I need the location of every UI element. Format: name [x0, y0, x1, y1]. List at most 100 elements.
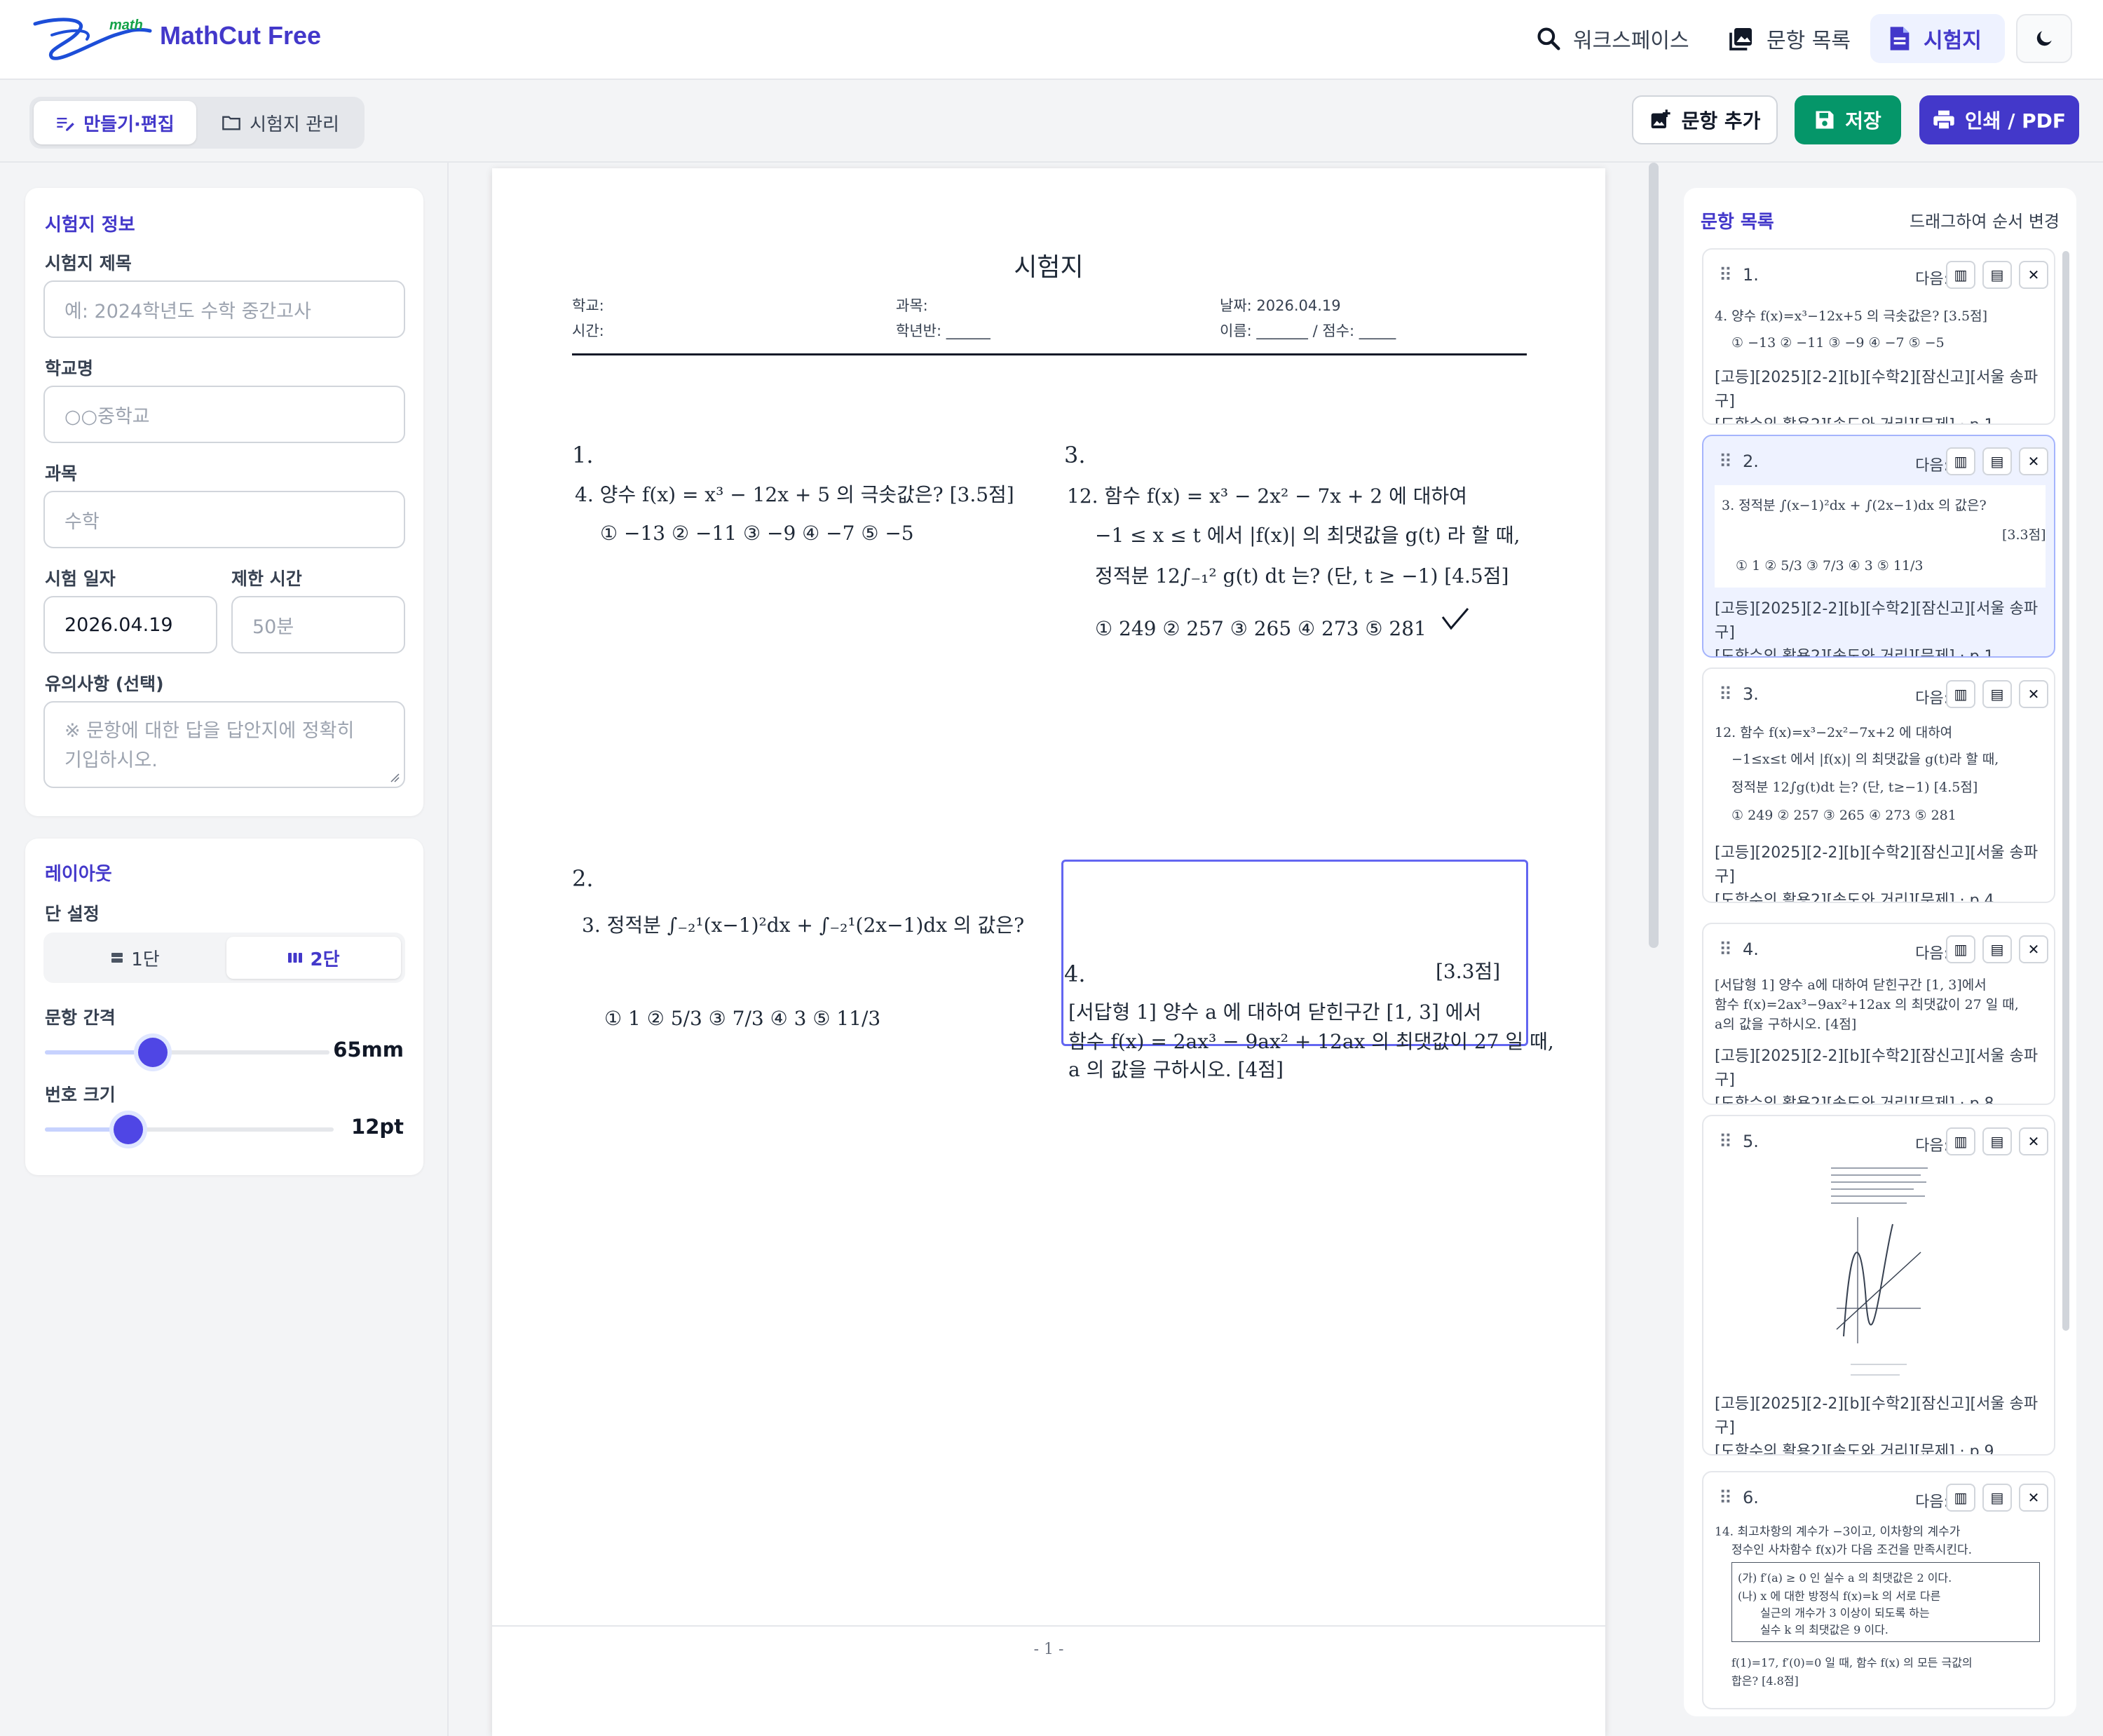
column-break-icon[interactable]: ▥: [1946, 261, 1975, 289]
drag-handle-icon[interactable]: ⠿: [1719, 452, 1732, 473]
item-preview-line: 정적분 12∫g(t)dt 는? (단, t≥−1) [4.5점]: [1731, 780, 1978, 795]
drag-handle-icon[interactable]: ⠿: [1719, 1488, 1732, 1509]
subject-input[interactable]: 수학: [43, 491, 405, 548]
exam-date-input[interactable]: 2026.04.19: [43, 596, 217, 653]
drag-handle-icon[interactable]: ⠿: [1719, 684, 1732, 705]
tab-create-edit[interactable]: 만들기·편집: [34, 101, 196, 144]
list-scrollbar[interactable]: [2062, 251, 2069, 1331]
theme-toggle-button[interactable]: [2016, 14, 2072, 63]
number-size-slider-thumb[interactable]: [114, 1115, 143, 1144]
item-number: 3.: [1743, 684, 1759, 704]
question-item-3[interactable]: ⠿ 3. 다음: ▥ ▤ ✕ 12. 함수 f(x)=x³−2x²−7x+2 에…: [1702, 667, 2055, 903]
printer-icon: [1933, 109, 1955, 130]
column-break-icon[interactable]: ▥: [1946, 935, 1975, 963]
nav-workspace-label: 워크스페이스: [1573, 29, 1689, 53]
next-label: 다음:: [1915, 1493, 1949, 1511]
close-icon[interactable]: ✕: [2019, 935, 2048, 963]
page-break-icon[interactable]: ▤: [1982, 261, 2012, 289]
spacing-slider[interactable]: [45, 1038, 329, 1067]
nav-exam-label: 시험지: [1924, 29, 1982, 53]
question-item-2[interactable]: ⠿ 2. 다음: ▥ ▤ ✕ 3. 정적분 ∫(x−1)²dx + ∫(2x−1…: [1702, 435, 2055, 658]
question-item-1[interactable]: ⠿ 1. 다음: ▥ ▤ ✕ 4. 양수 f(x)=x³−12x+5 의 극솟값…: [1702, 248, 2055, 425]
question-4-stem-3: a 의 값을 구하시오. [4점]: [1068, 1058, 1284, 1081]
save-label: 저장: [1845, 109, 1881, 133]
app-name: MathCut Free: [160, 21, 322, 50]
search-icon: [1535, 25, 1562, 52]
page-break-icon[interactable]: ▤: [1982, 680, 2012, 708]
one-column-button[interactable]: 1단: [48, 937, 222, 979]
print-pdf-button[interactable]: 인쇄 / PDF: [1919, 95, 2079, 144]
question-4-stem-2: 함수 f(x) = 2ax³ − 9ax² + 12ax 의 최댓값이 27 일…: [1068, 1030, 1554, 1053]
spacing-slider-thumb[interactable]: [138, 1038, 168, 1067]
question-1-number: 1.: [572, 442, 594, 468]
column-break-icon[interactable]: ▥: [1946, 447, 1975, 475]
paper-subject: 과목:: [896, 297, 928, 314]
next-label: 다음:: [1915, 690, 1949, 707]
close-icon[interactable]: ✕: [2019, 1127, 2048, 1155]
add-question-label: 문항 추가: [1681, 109, 1761, 133]
drag-handle-icon[interactable]: ⠿: [1719, 265, 1732, 286]
question-item-5[interactable]: ⠿ 5. 다음: ▥ ▤ ✕ [고등][2025][2-2][b][수학2][잠…: [1702, 1115, 2055, 1456]
nav-workspace[interactable]: 워크스페이스: [1518, 14, 1706, 63]
number-size-label: 번호 크기: [45, 1085, 116, 1105]
resize-handle-icon[interactable]: [388, 771, 400, 782]
close-icon[interactable]: ✕: [2019, 680, 2048, 708]
page-break-icon[interactable]: ▤: [1982, 1484, 2012, 1512]
question-3-stem-1: 12. 함수 f(x) = x³ − 2x² − 7x + 2 에 대하여: [1067, 484, 1468, 508]
column-break-icon[interactable]: ▥: [1946, 1127, 1975, 1155]
item-tags: [고등][2025][2-2][b][수학2][잠신고][서울 송파구] [도함…: [1715, 597, 2054, 658]
item-tag-line: [고등][2025][2-2][b][수학2][잠신고][서울 송파구]: [1715, 844, 2039, 886]
drag-handle-icon[interactable]: ⠿: [1719, 940, 1732, 961]
folder-icon: [222, 114, 241, 132]
item-preview-thumbnail: [1831, 1167, 1928, 1376]
save-button[interactable]: 저장: [1795, 95, 1901, 144]
exam-info-heading: 시험지 정보: [45, 215, 135, 236]
notes-placeholder-line-1: ※ 문항에 대한 답을 답안지에 정확히: [64, 720, 355, 742]
item-preview-line: ① −13 ② −11 ③ −9 ④ −7 ⑤ −5: [1731, 335, 1945, 351]
item-tags: [고등][2025][2-2][b][수학2][잠신고][서울 송파구] [도함…: [1715, 366, 2054, 423]
item-tag-line: [고등][2025][2-2][b][수학2][잠신고][서울 송파구]: [1715, 369, 2039, 410]
notes-textarea[interactable]: ※ 문항에 대한 답을 답안지에 정확히 기입하시오.: [43, 701, 405, 788]
tab-exam-manage-label: 시험지 관리: [250, 114, 339, 135]
column-break-icon[interactable]: ▥: [1946, 1484, 1975, 1512]
image-gallery-icon: [1727, 25, 1755, 53]
item-tag-line: [고등][2025][2-2][b][수학2][잠신고][서울 송파구]: [1715, 600, 2039, 642]
close-icon[interactable]: ✕: [2019, 447, 2048, 475]
page-break-icon[interactable]: ▤: [1982, 935, 2012, 963]
question-4-number: 4.: [1064, 961, 1086, 987]
tab-exam-manage[interactable]: 시험지 관리: [200, 101, 360, 144]
time-limit-input[interactable]: 50분: [231, 596, 405, 653]
preview-scrollbar[interactable]: [1649, 163, 1659, 948]
close-icon[interactable]: ✕: [2019, 1484, 2048, 1512]
item-tag-line: [도함수의 활용2][속도와 거리][문제] · p.1: [1715, 648, 1994, 658]
item-preview-line: (나) x 에 대한 방정식 f(x)=k 의 서로 다른: [1738, 1589, 1941, 1603]
time-limit-label: 제한 시간: [231, 569, 302, 589]
add-question-button[interactable]: 문항 추가: [1632, 95, 1778, 144]
paper-name-score: 이름: _______ / 점수: _____: [1220, 323, 1396, 339]
question-item-6[interactable]: ⠿ 6. 다음: ▥ ▤ ✕ 14. 최고차항의 계수가 −3이고, 이차항의 …: [1702, 1471, 2055, 1709]
add-image-icon: [1649, 109, 1672, 131]
nav-exam[interactable]: 시험지: [1870, 14, 2005, 63]
header-divider: [572, 353, 1527, 355]
column-break-icon[interactable]: ▥: [1946, 680, 1975, 708]
item-preview-line: ① 1 ② 5/3 ③ 7/3 ④ 3 ⑤ 11/3: [1736, 558, 1924, 574]
nav-question-list[interactable]: 문항 목록: [1710, 14, 1867, 63]
close-icon[interactable]: ✕: [2019, 261, 2048, 289]
question-3-stem-2: −1 ≤ x ≤ t 에서 |f(x)| 의 최댓값을 g(t) 라 할 때,: [1095, 524, 1520, 547]
page-break-icon[interactable]: ▤: [1982, 1127, 2012, 1155]
question-list-heading: 문항 목록: [1701, 212, 1774, 233]
exam-title-input[interactable]: 예: 2024학년도 수학 중간고사: [43, 280, 405, 338]
question-item-4[interactable]: ⠿ 4. 다음: ▥ ▤ ✕ [서답형 1] 양수 a에 대하여 닫힌구간 [1…: [1702, 923, 2055, 1105]
page-break-icon[interactable]: ▤: [1982, 447, 2012, 475]
number-size-slider[interactable]: [45, 1115, 334, 1144]
school-name-input[interactable]: ○○중학교: [43, 386, 405, 443]
document-icon: [1887, 25, 1912, 53]
drag-handle-icon[interactable]: ⠿: [1719, 1132, 1732, 1153]
two-column-button[interactable]: 2단: [226, 937, 401, 979]
print-pdf-label: 인쇄 / PDF: [1964, 109, 2067, 133]
item-tags: [고등][2025][2-2][b][수학2][잠신고][서울 송파구] [도함…: [1715, 841, 2054, 902]
page-number: - 1 -: [1033, 1641, 1064, 1658]
app-logo[interactable]: math: [31, 14, 154, 63]
paper-class: 학년반: ______: [896, 323, 991, 339]
title-label: 시험지 제목: [45, 253, 132, 273]
